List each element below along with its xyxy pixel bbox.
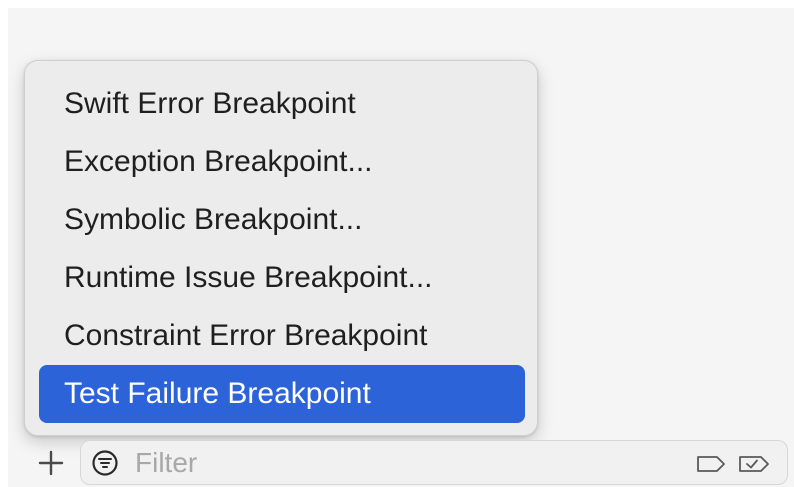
checked-tag-icon[interactable] [737, 454, 771, 474]
plus-icon [38, 450, 64, 476]
filter-circle-icon[interactable] [91, 449, 119, 477]
filter-field[interactable] [80, 440, 788, 485]
menu-item-test-failure-breakpoint[interactable]: Test Failure Breakpoint [39, 365, 525, 423]
add-breakpoint-menu: Swift Error Breakpoint Exception Breakpo… [24, 60, 538, 436]
menu-item-runtime-issue-breakpoint[interactable]: Runtime Issue Breakpoint... [39, 249, 525, 307]
menu-item-symbolic-breakpoint[interactable]: Symbolic Breakpoint... [39, 191, 525, 249]
menu-item-swift-error-breakpoint[interactable]: Swift Error Breakpoint [39, 75, 525, 133]
tag-icon[interactable] [695, 454, 727, 474]
filter-input[interactable] [135, 447, 655, 479]
navigator-bottom-bar [28, 440, 794, 487]
menu-item-exception-breakpoint[interactable]: Exception Breakpoint... [39, 133, 525, 191]
menu-item-constraint-error-breakpoint[interactable]: Constraint Error Breakpoint [39, 307, 525, 365]
add-breakpoint-button[interactable] [36, 448, 66, 478]
